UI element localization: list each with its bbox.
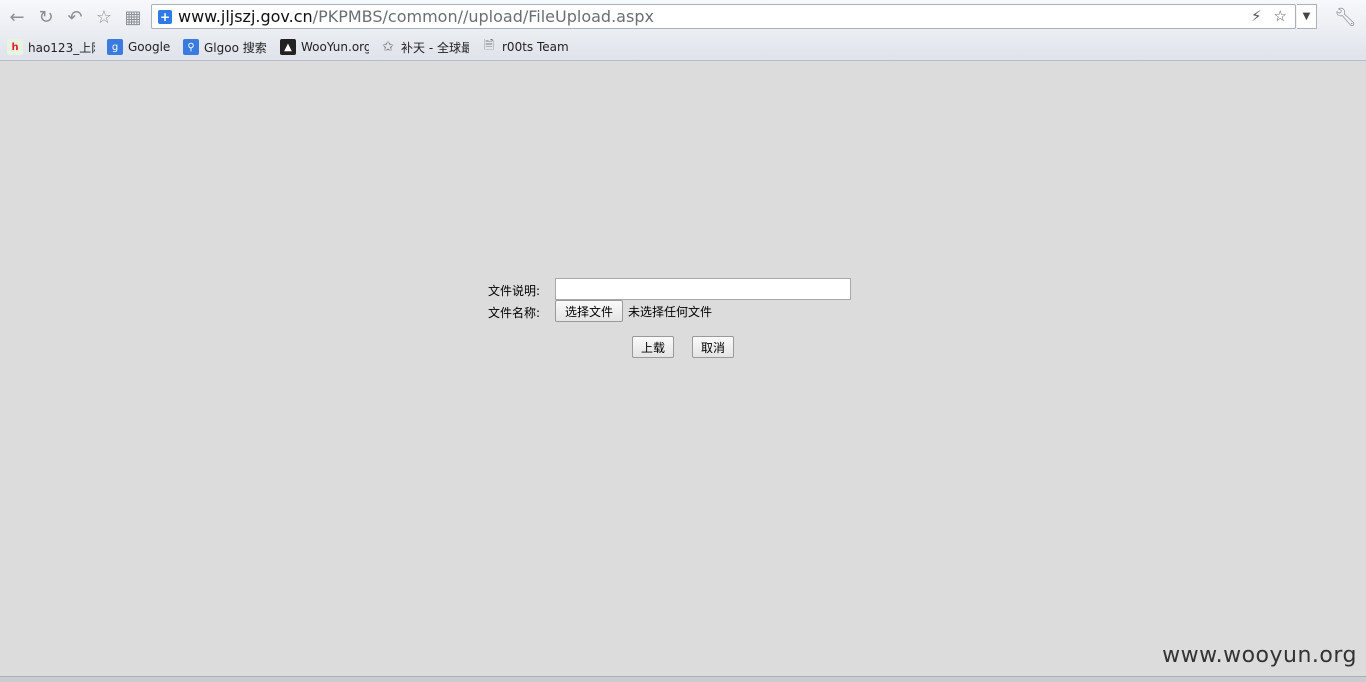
cancel-button[interactable]: 取消 (692, 336, 734, 358)
url-path: /PKPMBS/common//upload/FileUpload.aspx (312, 7, 654, 26)
bookmark-star-icon[interactable]: ☆ (1274, 7, 1287, 25)
browser-window: ← ↻ ↶ ☆ ▦ + www.jljszj.gov.cn/PKPMBS/com… (0, 0, 1366, 682)
url-host: www.jljszj.gov.cn (178, 7, 313, 26)
wooyun-icon: ▲ (280, 39, 296, 55)
refresh-icon[interactable]: ↻ (35, 7, 57, 29)
address-bar[interactable]: + www.jljszj.gov.cn/PKPMBS/common//uploa… (151, 4, 1296, 29)
page-icon: 🗎︎ (483, 39, 495, 53)
address-dropdown-icon[interactable]: ▼ (1297, 4, 1317, 29)
bookmark-r00ts[interactable]: 🗎︎ r00ts Team (481, 39, 571, 55)
bookmark-glgoo[interactable]: ⚲ Glgoo 搜索 (183, 39, 273, 55)
bookmarks-bar: h hao123_上网 g Google ⚲ Glgoo 搜索 ▲ WooYun… (0, 35, 1366, 61)
bookmark-label: hao123_上网 (28, 40, 95, 55)
choose-file-button[interactable]: 选择文件 (555, 300, 623, 322)
page-content: 文件说明: 文件名称: 选择文件 未选择任何文件 上载 取消 www.wooyu… (0, 61, 1366, 676)
description-input[interactable] (555, 278, 851, 300)
bookmark-label: r00ts Team (502, 40, 569, 54)
bookmark-label: Glgoo 搜索 (204, 40, 267, 55)
star-icon: ✩ (382, 39, 394, 55)
bookmark-wooyun[interactable]: ▲ WooYun.org (280, 39, 369, 55)
browser-toolbar: ← ↻ ↶ ☆ ▦ + www.jljszj.gov.cn/PKPMBS/com… (0, 0, 1366, 35)
back-icon[interactable]: ← (6, 7, 28, 29)
lightning-icon[interactable]: ⚡︎ (1251, 7, 1262, 25)
grid-icon[interactable]: ▦ (122, 7, 144, 29)
bookmark-hao123[interactable]: h hao123_上网 (7, 39, 95, 55)
bookmark-butian[interactable]: ✩ 补天 - 全球最 (380, 39, 469, 55)
status-bar (0, 676, 1366, 682)
bookmark-google[interactable]: g Google (107, 39, 177, 55)
filename-label: 文件名称: (488, 306, 541, 320)
bookmark-label: Google (128, 40, 171, 54)
hao123-icon: h (7, 39, 23, 55)
upload-button[interactable]: 上载 (632, 336, 674, 358)
google-icon: g (107, 39, 123, 55)
bookmark-label: 补天 - 全球最 (401, 40, 469, 55)
watermark-text: www.wooyun.org (1162, 643, 1357, 668)
undo-icon[interactable]: ↶ (64, 7, 86, 29)
wrench-icon[interactable]: 🔧︎ (1334, 7, 1357, 28)
url-text[interactable]: www.jljszj.gov.cn/PKPMBS/common//upload/… (178, 7, 654, 26)
bookmark-label: WooYun.org (301, 40, 369, 54)
security-shield-icon: + (158, 9, 172, 24)
search-icon: ⚲ (183, 39, 199, 55)
description-label: 文件说明: (488, 284, 541, 298)
no-file-selected-text: 未选择任何文件 (628, 305, 713, 319)
favorite-star-icon[interactable]: ☆ (93, 7, 115, 29)
